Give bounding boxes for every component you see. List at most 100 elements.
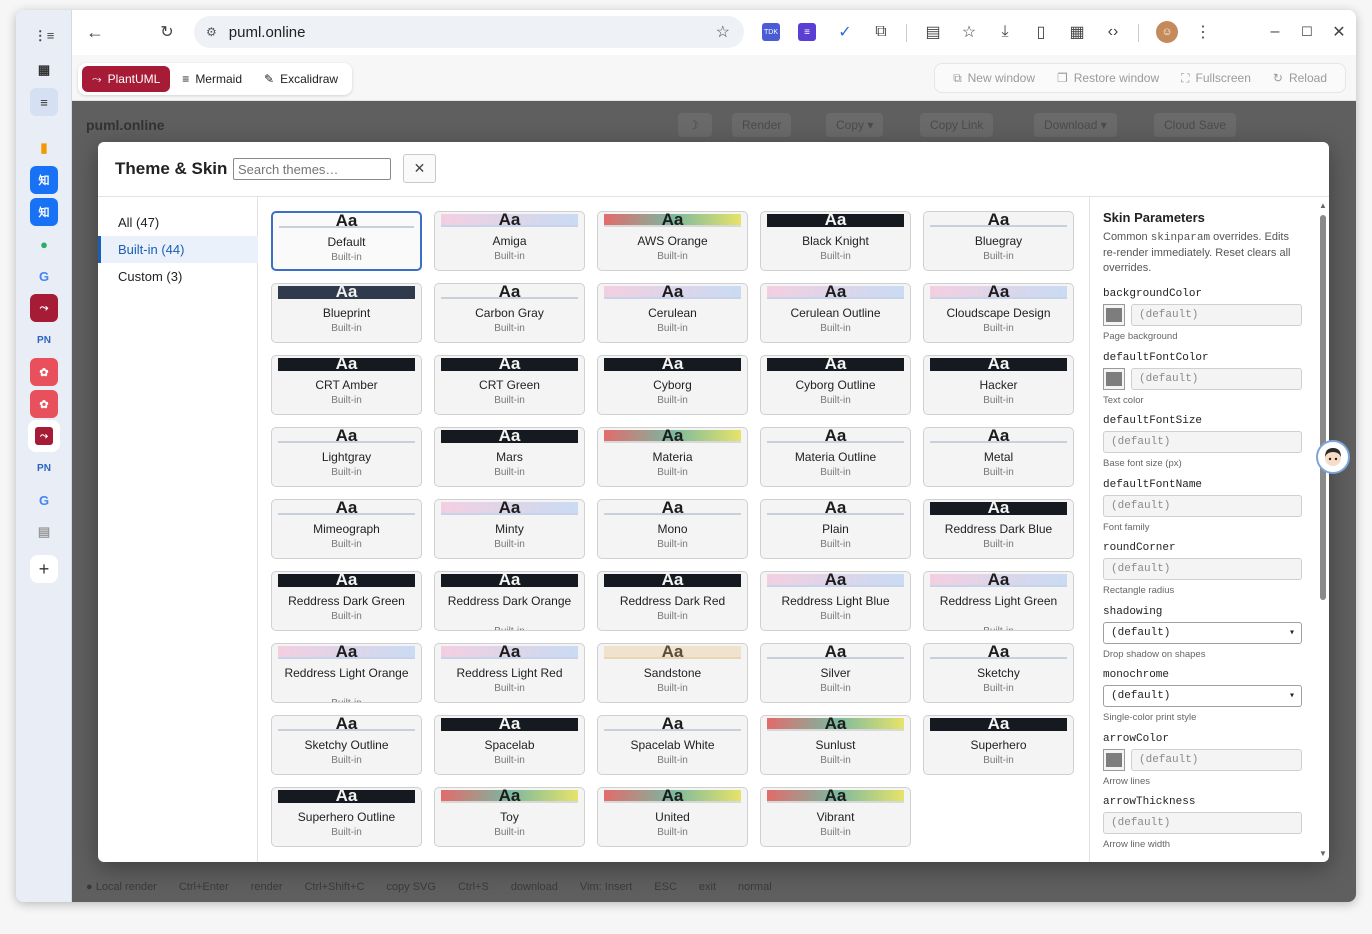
download-icon[interactable]: ⤓ (994, 21, 1016, 43)
theme-card[interactable]: Aa Plain Built-in (760, 499, 911, 559)
param-color-input[interactable]: (default) (1131, 748, 1302, 771)
new-window-button[interactable]: ⧉ New window (953, 71, 1035, 86)
devtools-icon[interactable]: ‹› (1102, 21, 1124, 43)
scroll-down-icon[interactable]: ▼ (1319, 849, 1327, 858)
param-input[interactable]: (default) (1103, 494, 1302, 517)
theme-card[interactable]: Aa Superhero Built-in (923, 715, 1074, 775)
theme-card[interactable]: Aa Cloudscape Design Built-in (923, 283, 1074, 343)
reload-button[interactable]: ↻ Reload (1273, 71, 1327, 85)
theme-card[interactable]: Aa Reddress Dark Red Built-in (597, 571, 748, 631)
qr-icon[interactable]: ▦ (1066, 21, 1088, 43)
zhihu-icon-2[interactable]: 知 (30, 198, 58, 226)
analytics-icon[interactable]: ▮ (30, 134, 58, 162)
theme-card[interactable]: Aa Reddress Light Blue Built-in (760, 571, 911, 631)
favorites-icon[interactable]: ☆ (958, 21, 980, 43)
theme-card[interactable]: Aa Sandstone Built-in (597, 643, 748, 703)
check-extension-icon[interactable]: ✓ (834, 21, 856, 43)
param-input[interactable]: (default) (1103, 812, 1302, 834)
theme-card[interactable]: Aa Minty Built-in (434, 499, 585, 559)
flower-icon[interactable]: ✿ (30, 358, 58, 386)
theme-card[interactable]: Aa Spacelab Built-in (434, 715, 585, 775)
reader-icon[interactable]: ▯ (1030, 21, 1052, 43)
theme-card[interactable]: Aa Materia Outline Built-in (760, 427, 911, 487)
plantuml-active-icon[interactable]: ⤳ (28, 420, 60, 452)
reload-icon[interactable]: ↻ (156, 21, 178, 43)
param-select[interactable]: (default) ▾ (1103, 685, 1302, 707)
theme-card[interactable]: Aa Sketchy Outline Built-in (271, 715, 422, 775)
theme-card[interactable]: Aa Carbon Gray Built-in (434, 283, 585, 343)
theme-card[interactable]: Aa Spacelab White Built-in (597, 715, 748, 775)
bookmark-star-icon[interactable]: ☆ (716, 22, 730, 42)
theme-card[interactable]: Aa Toy Built-in (434, 787, 585, 847)
theme-card[interactable]: Aa Reddress Dark Orange Built-in (434, 571, 585, 631)
maximize-icon[interactable]: ☐ (1296, 21, 1318, 43)
theme-card[interactable]: Aa Sketchy Built-in (923, 643, 1074, 703)
theme-card[interactable]: Aa Blueprint Built-in (271, 283, 422, 343)
menu-icon[interactable]: ⋮ (1192, 21, 1214, 43)
pn-icon[interactable]: PN (30, 326, 58, 354)
dialog-close-button[interactable]: ✕ (403, 154, 436, 183)
theme-card[interactable]: Aa Lightgray Built-in (271, 427, 422, 487)
theme-card[interactable]: Aa Reddress Light Red Built-in (434, 643, 585, 703)
scroll-thumb[interactable] (1320, 215, 1326, 600)
theme-card[interactable]: Aa Bluegray Built-in (923, 211, 1074, 271)
param-color-swatch[interactable] (1103, 367, 1125, 390)
theme-card[interactable]: Aa AWS Orange Built-in (597, 211, 748, 271)
param-color-swatch[interactable] (1103, 304, 1125, 326)
theme-card[interactable]: Aa Cerulean Outline Built-in (760, 283, 911, 343)
param-color-input[interactable]: (default) (1131, 367, 1302, 390)
google-icon[interactable]: G (30, 262, 58, 290)
filter-custom[interactable]: Custom (3) (98, 263, 258, 290)
theme-card[interactable]: Aa CRT Green Built-in (434, 355, 585, 415)
theme-card[interactable]: Aa Reddress Light Orange Built-in (271, 643, 422, 703)
param-input[interactable]: (default) (1103, 558, 1302, 580)
add-icon[interactable]: + (30, 555, 58, 583)
theme-card[interactable]: Aa Default Built-in (271, 211, 422, 271)
reading-list-icon[interactable]: ▤ (922, 21, 944, 43)
param-color-input[interactable]: (default) (1131, 304, 1302, 326)
theme-card[interactable]: Aa CRT Amber Built-in (271, 355, 422, 415)
plantuml-icon[interactable]: ⤳ (30, 294, 58, 322)
apps-grid-icon[interactable]: ▦ (30, 56, 58, 84)
theme-card[interactable]: Aa United Built-in (597, 787, 748, 847)
theme-card[interactable]: Aa Mono Built-in (597, 499, 748, 559)
theme-search-input[interactable] (233, 158, 391, 180)
google-icon-2[interactable]: G (30, 486, 58, 514)
scroll-up-icon[interactable]: ▲ (1319, 201, 1327, 210)
collapse-rail-icon[interactable]: ⋮≡ (30, 22, 58, 50)
tab-mermaid[interactable]: ≡ Mermaid (172, 66, 252, 92)
theme-card[interactable]: Aa Sunlust Built-in (760, 715, 911, 775)
chat-icon[interactable]: ● (30, 230, 58, 258)
panel-scrollbar[interactable]: ▲ ▼ (1319, 201, 1327, 858)
tab-search-icon[interactable]: ≡ (30, 88, 58, 116)
theme-card[interactable]: Aa Amiga Built-in (434, 211, 585, 271)
theme-card[interactable]: Aa Hacker Built-in (923, 355, 1074, 415)
theme-card[interactable]: Aa Metal Built-in (923, 427, 1074, 487)
back-icon[interactable]: ← (84, 21, 106, 43)
theme-card[interactable]: Aa Materia Built-in (597, 427, 748, 487)
theme-card[interactable]: Aa Mimeograph Built-in (271, 499, 422, 559)
site-info-icon[interactable]: ⚙ (206, 25, 217, 39)
theme-card[interactable]: Aa Silver Built-in (760, 643, 911, 703)
theme-card[interactable]: Aa Reddress Dark Blue Built-in (923, 499, 1074, 559)
tab-plantuml[interactable]: ⤳ PlantUML (82, 66, 171, 92)
theme-card[interactable]: Aa Cyborg Outline Built-in (760, 355, 911, 415)
theme-card[interactable]: Aa Mars Built-in (434, 427, 585, 487)
param-input[interactable]: (default) (1103, 431, 1302, 453)
close-window-icon[interactable]: ✕ (1328, 21, 1350, 43)
restore-window-button[interactable]: ❐ Restore window (1057, 71, 1159, 85)
param-color-swatch[interactable] (1103, 748, 1125, 771)
puzzle-icon[interactable]: ⧉ (870, 21, 892, 43)
theme-card[interactable]: Aa Reddress Dark Green Built-in (271, 571, 422, 631)
filter-all[interactable]: All (47) (98, 209, 258, 236)
assistant-avatar[interactable] (1316, 440, 1350, 474)
minimize-icon[interactable]: – (1264, 21, 1286, 43)
pn-icon-2[interactable]: PN (30, 454, 58, 482)
theme-card[interactable]: Aa Cerulean Built-in (597, 283, 748, 343)
theme-card[interactable]: Aa Vibrant Built-in (760, 787, 911, 847)
filter-builtin[interactable]: Built-in (44) (98, 236, 258, 263)
tab-excalidraw[interactable]: ✎ Excalidraw (254, 66, 348, 92)
theme-card[interactable]: Aa Superhero Outline Built-in (271, 787, 422, 847)
layout-icon[interactable]: ▤ (30, 518, 58, 546)
fullscreen-button[interactable]: ⛶ Fullscreen (1181, 71, 1251, 86)
